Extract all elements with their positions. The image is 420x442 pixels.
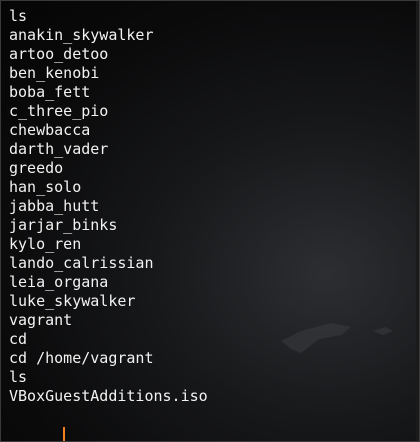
terminal-line: boba_fett (9, 83, 91, 101)
terminal-window[interactable]: ls anakin_skywalker artoo_detoo ben_keno… (0, 0, 420, 442)
text-cursor (63, 427, 66, 441)
terminal-line: ben_kenobi (9, 64, 100, 82)
terminal-line: kylo_ren (9, 235, 82, 253)
terminal-line: jabba_hutt (9, 197, 100, 215)
terminal-line: darth_vader (9, 140, 109, 158)
terminal-line: c_three_pio (9, 102, 109, 120)
background-ship-silhouette (281, 323, 351, 353)
scrollbar[interactable] (416, 1, 419, 441)
terminal-line: greedo (9, 159, 64, 177)
terminal-line: vagrant (9, 311, 73, 329)
background-ship-silhouette-small (373, 327, 393, 335)
terminal-line: ls (9, 368, 28, 386)
terminal-line: luke_skywalker (9, 292, 136, 310)
terminal-line: cd (9, 330, 28, 348)
terminal-line: ls (9, 7, 28, 25)
terminal-line: lando_calrissian (9, 254, 154, 272)
prompt-line[interactable] (9, 406, 208, 441)
terminal-line: VBoxGuestAdditions.iso (9, 387, 208, 405)
terminal-output: ls anakin_skywalker artoo_detoo ben_keno… (9, 7, 208, 441)
terminal-line: chewbacca (9, 121, 91, 139)
terminal-line: han_solo (9, 178, 82, 196)
terminal-line: leia_organa (9, 273, 109, 291)
terminal-line: artoo_detoo (9, 45, 109, 63)
terminal-line: anakin_skywalker (9, 26, 154, 44)
terminal-line: jarjar_binks (9, 216, 118, 234)
terminal-line: cd /home/vagrant (9, 349, 154, 367)
